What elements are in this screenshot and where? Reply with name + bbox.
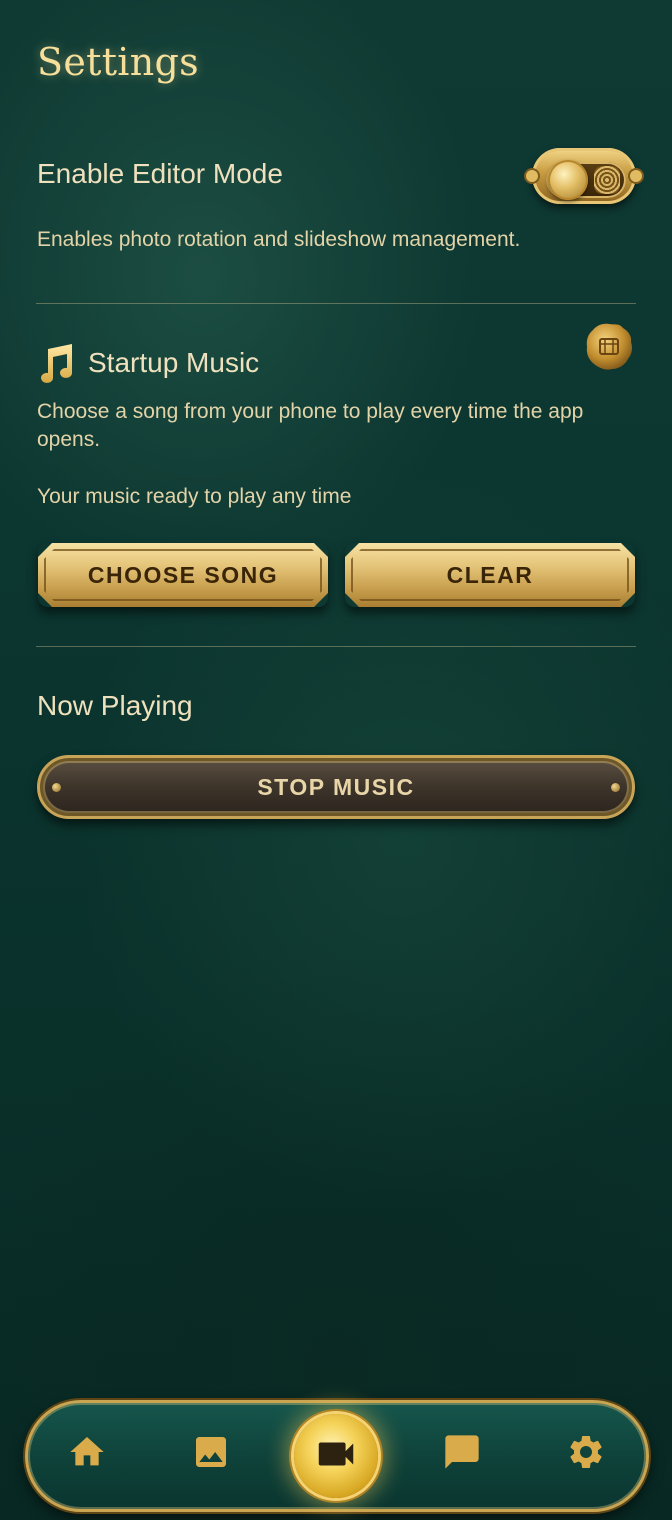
music-note-icon [36,343,74,385]
divider [36,303,636,304]
nav-video[interactable] [294,1414,378,1498]
wax-seal-icon[interactable] [584,322,634,372]
choose-song-button[interactable]: CHOOSE SONG [38,543,328,607]
home-icon [67,1432,107,1477]
now-playing-label: Now Playing [37,690,193,721]
editor-mode-toggle[interactable] [526,142,644,208]
rivet [611,783,620,792]
toggle-knob [548,160,588,200]
startup-music-description: Choose a song from your phone to play ev… [37,400,584,451]
nav-settings[interactable] [562,1430,610,1478]
stop-music-label: STOP MUSIC [257,773,415,800]
editor-mode-description: Enables photo rotation and slideshow man… [37,228,521,251]
music-status-text: Your music ready to play any time [37,485,352,508]
image-icon [191,1432,231,1477]
video-camera-icon [313,1431,359,1482]
stop-music-button[interactable]: STOP MUSIC [37,755,635,819]
nav-chat[interactable] [438,1430,486,1478]
gear-icon [566,1432,606,1477]
rivet [52,783,61,792]
filigree-ornament [594,166,620,194]
editor-mode-label: Enable Editor Mode [37,158,283,189]
nav-gallery[interactable] [187,1430,235,1478]
toggle-plate [526,148,642,204]
clear-button[interactable]: CLEAR [345,543,635,607]
startup-music-label: Startup Music [88,347,260,378]
choose-song-label: CHOOSE SONG [87,561,279,588]
nav-home[interactable] [63,1430,111,1478]
clear-label: CLEAR [446,561,534,588]
chat-icon [442,1432,482,1477]
page-title: Settings [37,40,199,84]
divider [36,646,636,647]
